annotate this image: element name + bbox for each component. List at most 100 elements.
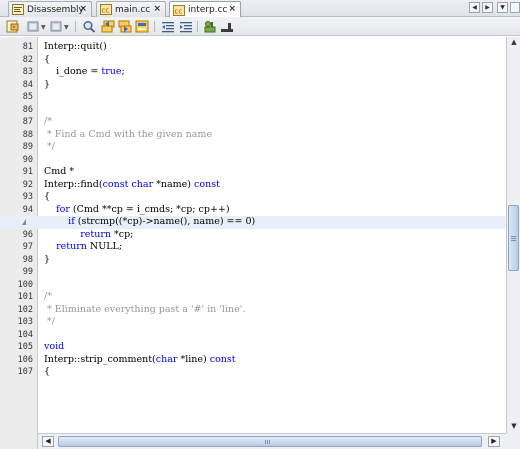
code-line[interactable]: 105 void: [0, 341, 506, 354]
code-line[interactable]: 83 i_done = true;: [0, 66, 506, 79]
keyword-token: const: [209, 353, 236, 365]
line-number: 87: [22, 117, 33, 127]
code-line[interactable]: 96 return *cp;: [0, 229, 506, 242]
code-text: Interp::quit(): [44, 41, 107, 54]
code-token: Cmd *: [44, 166, 75, 177]
tab-disassembly[interactable]: Disassembly ×: [8, 1, 92, 17]
vertical-scroll-thumb[interactable]: [508, 205, 519, 271]
code-line[interactable]: 88 * Find a Cmd with the given name: [0, 129, 506, 142]
line-number: 92: [22, 179, 33, 190]
keyword-token: char: [131, 178, 154, 190]
code-line[interactable]: 92 Interp::find(const char *name) const: [0, 179, 506, 192]
code-token: {: [44, 191, 51, 202]
code-text: {: [44, 54, 50, 67]
code-line[interactable]: 94 for (Cmd **cp = i_cmds; *cp; cp++): [0, 204, 506, 217]
svg-text:cc: cc: [175, 7, 183, 15]
horizontal-scrollbar[interactable]: ◀ ▶: [38, 433, 506, 449]
code-editor[interactable]: 81 Interp::quit() 82{83 i_done = true; 84} 8…: [0, 37, 506, 433]
code-line[interactable]: 93 {: [0, 191, 506, 204]
code-line[interactable]: if (strcmp((*cp)->name(), name) == 0): [0, 216, 506, 229]
forward-dropdown-icon[interactable]: ▼: [64, 24, 69, 31]
vertical-scrollbar[interactable]: ▲ ▼: [506, 37, 520, 433]
toggle-highlight-search-icon[interactable]: [135, 20, 149, 33]
find-icon[interactable]: [82, 20, 96, 33]
scroll-right-arrow[interactable]: ▶: [488, 436, 500, 447]
shift-line-right-icon[interactable]: [179, 20, 193, 33]
code-line[interactable]: 86: [0, 104, 506, 117]
code-token: {: [44, 366, 51, 377]
horizontal-scroll-thumb[interactable]: [58, 436, 482, 447]
line-number: 105: [17, 342, 33, 352]
keyword-token: for: [56, 203, 70, 215]
code-line[interactable]: 103 */: [0, 316, 506, 329]
code-line[interactable]: 104: [0, 329, 506, 342]
line-number: 84: [22, 79, 33, 90]
line-number: 103: [17, 317, 33, 327]
back-icon[interactable]: [26, 20, 40, 33]
code-token: ;: [121, 66, 125, 77]
code-line[interactable]: 84}: [0, 79, 506, 92]
code-line[interactable]: 82 {: [0, 54, 506, 67]
scroll-tabs-right-button[interactable]: ▶: [482, 2, 493, 13]
comment-token: /*: [44, 291, 52, 302]
line-number: 94: [22, 204, 33, 215]
code-line[interactable]: 99: [0, 266, 506, 279]
scroll-left-arrow[interactable]: ◀: [42, 436, 54, 447]
close-icon[interactable]: ×: [79, 4, 87, 14]
code-line[interactable]: 107 {: [0, 366, 506, 379]
back-dropdown-icon[interactable]: ▼: [41, 24, 46, 31]
code-line[interactable]: 91 Cmd *: [0, 166, 506, 179]
scroll-down-arrow[interactable]: ▼: [509, 422, 519, 431]
code-text: i_done = true;: [44, 66, 125, 79]
code-line[interactable]: 97 return NULL;: [0, 241, 506, 254]
code-line[interactable]: 90: [0, 154, 506, 167]
stop-macro-recording-icon[interactable]: [220, 20, 234, 33]
find-previous-icon[interactable]: [101, 20, 115, 33]
code-line[interactable]: 98}: [0, 254, 506, 267]
code-line[interactable]: 102 * Eliminate everything past a '#' in…: [0, 304, 506, 317]
keyword-token: const: [194, 178, 220, 190]
last-edit-icon[interactable]: [6, 20, 20, 33]
line-number: 101: [17, 292, 33, 302]
code-line[interactable]: 89 */: [0, 141, 506, 154]
tab-label: main.cc: [115, 4, 151, 15]
toolbar-separator: [75, 21, 76, 32]
line-number: 83: [22, 67, 33, 77]
current-line-marker-icon: [22, 219, 26, 225]
code-token: i_done =: [44, 66, 102, 77]
code-text: * Eliminate everything past a '#' in 'li…: [44, 304, 245, 317]
forward-icon[interactable]: [49, 20, 63, 33]
code-token: *name): [153, 178, 195, 190]
tab-main-cc[interactable]: cc main.cc ×: [96, 1, 166, 17]
tab-label: Disassembly: [27, 4, 84, 15]
close-icon[interactable]: ×: [228, 4, 236, 14]
code-text: if (strcmp((*cp)->name(), name) == 0): [44, 216, 255, 229]
close-icon[interactable]: ×: [153, 4, 161, 14]
code-text: /*: [44, 116, 52, 129]
shift-line-left-icon[interactable]: [161, 20, 175, 33]
code-token: Interp::strip_comment(: [44, 353, 156, 365]
code-token: }: [44, 78, 51, 90]
line-number: 81: [22, 42, 33, 52]
show-opened-documents-button[interactable]: ▼: [497, 2, 508, 13]
scroll-up-arrow[interactable]: ▲: [509, 38, 519, 47]
maximize-window-button[interactable]: [510, 2, 520, 13]
start-macro-recording-icon[interactable]: [203, 20, 217, 33]
scroll-tabs-left-button[interactable]: ◀: [469, 2, 480, 13]
code-line[interactable]: 85: [0, 91, 506, 104]
tab-interp-cc[interactable]: cc interp.cc ×: [169, 1, 241, 18]
thumb-grip: [267, 440, 268, 444]
line-number: 85: [22, 92, 33, 102]
code-text: {: [44, 191, 50, 204]
find-next-icon[interactable]: [118, 20, 132, 33]
code-line[interactable]: 106 Interp::strip_comment(char *line) con…: [0, 354, 506, 367]
tab-label: interp.cc: [188, 5, 228, 15]
code-token: Interp::find(: [44, 178, 103, 190]
code-line[interactable]: 81 Interp::quit(): [0, 41, 506, 54]
code-line[interactable]: 87 /*: [0, 116, 506, 129]
code-text: * Find a Cmd with the given name: [44, 129, 212, 142]
code-line[interactable]: 101 /*: [0, 291, 506, 304]
code-line[interactable]: 100: [0, 279, 506, 292]
